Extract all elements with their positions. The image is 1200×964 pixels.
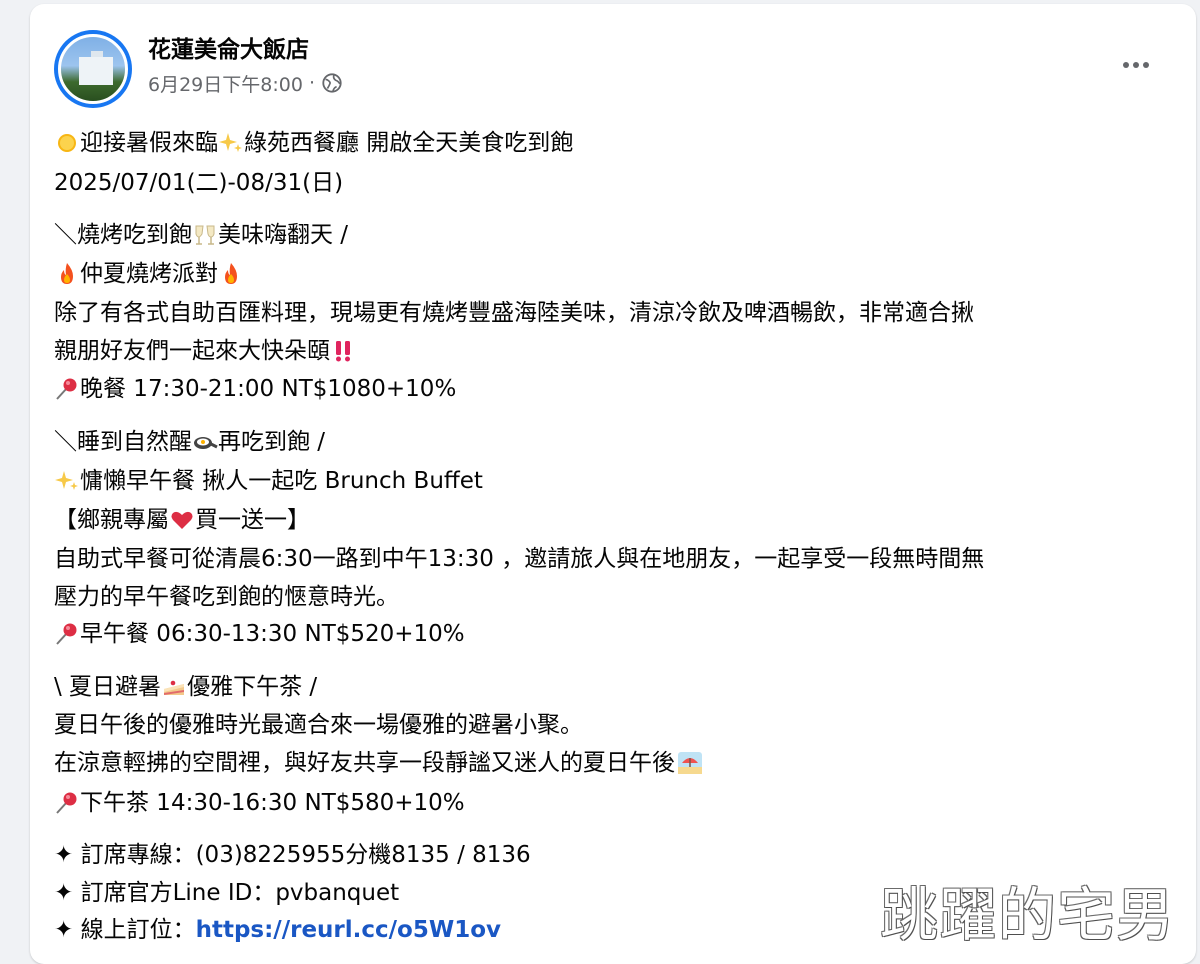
booking-link[interactable]: https://reurl.cc/o5W1ov bbox=[196, 913, 501, 947]
post-timestamp[interactable]: 6月29日下午8:00 bbox=[148, 70, 303, 97]
brunch-description-2: 壓力的早午餐吃到飽的愜意時光。 bbox=[54, 584, 399, 610]
clinking-glasses-icon bbox=[192, 222, 218, 248]
globe-icon[interactable] bbox=[321, 72, 343, 94]
fire-icon bbox=[54, 261, 80, 287]
post-line-intro: 迎接暑假來臨 綠苑西餐廳 開啟全天美食吃到飽 bbox=[54, 126, 573, 160]
meta-separator: · bbox=[308, 72, 315, 94]
beach-umbrella-icon bbox=[677, 750, 703, 776]
sparkles-icon bbox=[218, 130, 244, 156]
double-exclamation-icon bbox=[330, 338, 356, 364]
contact-line-id: ✦ 訂席官方Line ID：pvbanquet bbox=[54, 880, 400, 906]
hotel-photo bbox=[58, 34, 128, 104]
brunch-price: 早午餐 06:30-13:30 NT$520+10% bbox=[54, 617, 465, 651]
pushpin-icon bbox=[54, 376, 80, 402]
page-avatar[interactable] bbox=[54, 30, 132, 108]
frying-pan-egg-icon bbox=[192, 429, 218, 455]
bbq-title: 仲夏燒烤派對 bbox=[54, 257, 244, 291]
brunch-heading: ＼睡到自然醒 再吃到飽 / bbox=[54, 429, 326, 455]
page-name[interactable]: 花蓮美侖大飯店 bbox=[148, 30, 309, 64]
cake-icon bbox=[161, 674, 187, 700]
pushpin-icon bbox=[54, 621, 80, 647]
watermark: 跳躍的宅男 bbox=[880, 881, 1176, 949]
sparkles-icon bbox=[54, 468, 80, 494]
heart-icon bbox=[169, 507, 195, 533]
post-line-dates: 2025/07/01(二)-08/31(日) bbox=[54, 170, 344, 196]
tea-description-2: 在涼意輕拂的空間裡，與好友共享一段靜謐又迷人的夏日午後 bbox=[54, 746, 703, 780]
bbq-description-2: 親朋好友們一起來大快朵頤 bbox=[54, 334, 356, 368]
brunch-title: 慵懶早午餐 揪人一起吃 Brunch Buffet bbox=[54, 464, 483, 498]
bbq-description-1: 除了有各式自助百匯料理，現場更有燒烤豐盛海陸美味，清涼冷飲及啤酒暢飲，非常適合揪 bbox=[54, 300, 974, 326]
more-options-icon[interactable] bbox=[1116, 52, 1156, 78]
bbq-price: 晚餐 17:30-21:00 NT$1080+10% bbox=[54, 372, 456, 406]
tea-description-1: 夏日午後的優雅時光最適合來一場優雅的避暑小聚。 bbox=[54, 712, 583, 738]
tea-price: 下午茶 14:30-16:30 NT$580+10% bbox=[54, 786, 465, 820]
contact-online: ✦ 線上訂位： https://reurl.cc/o5W1ov bbox=[54, 913, 501, 947]
post-meta: 6月29日下午8:00 · bbox=[148, 70, 343, 96]
fire-icon bbox=[218, 261, 244, 287]
pushpin-icon bbox=[54, 790, 80, 816]
bbq-heading: ＼燒烤吃到飽 美味嗨翻天 / bbox=[54, 222, 349, 248]
contact-phone: ✦ 訂席專線：(03)8225955分機8135 / 8136 bbox=[54, 842, 531, 868]
brunch-description-1: 自助式早餐可從清晨6:30一路到中午13:30 ，邀請旅人與在地朋友，一起享受一… bbox=[54, 546, 985, 572]
sun-icon bbox=[54, 130, 80, 156]
brunch-promo: 【鄉親專屬 買一送一】 bbox=[54, 507, 310, 533]
tea-heading: \ 夏日避暑 優雅下午茶 / bbox=[54, 674, 318, 700]
